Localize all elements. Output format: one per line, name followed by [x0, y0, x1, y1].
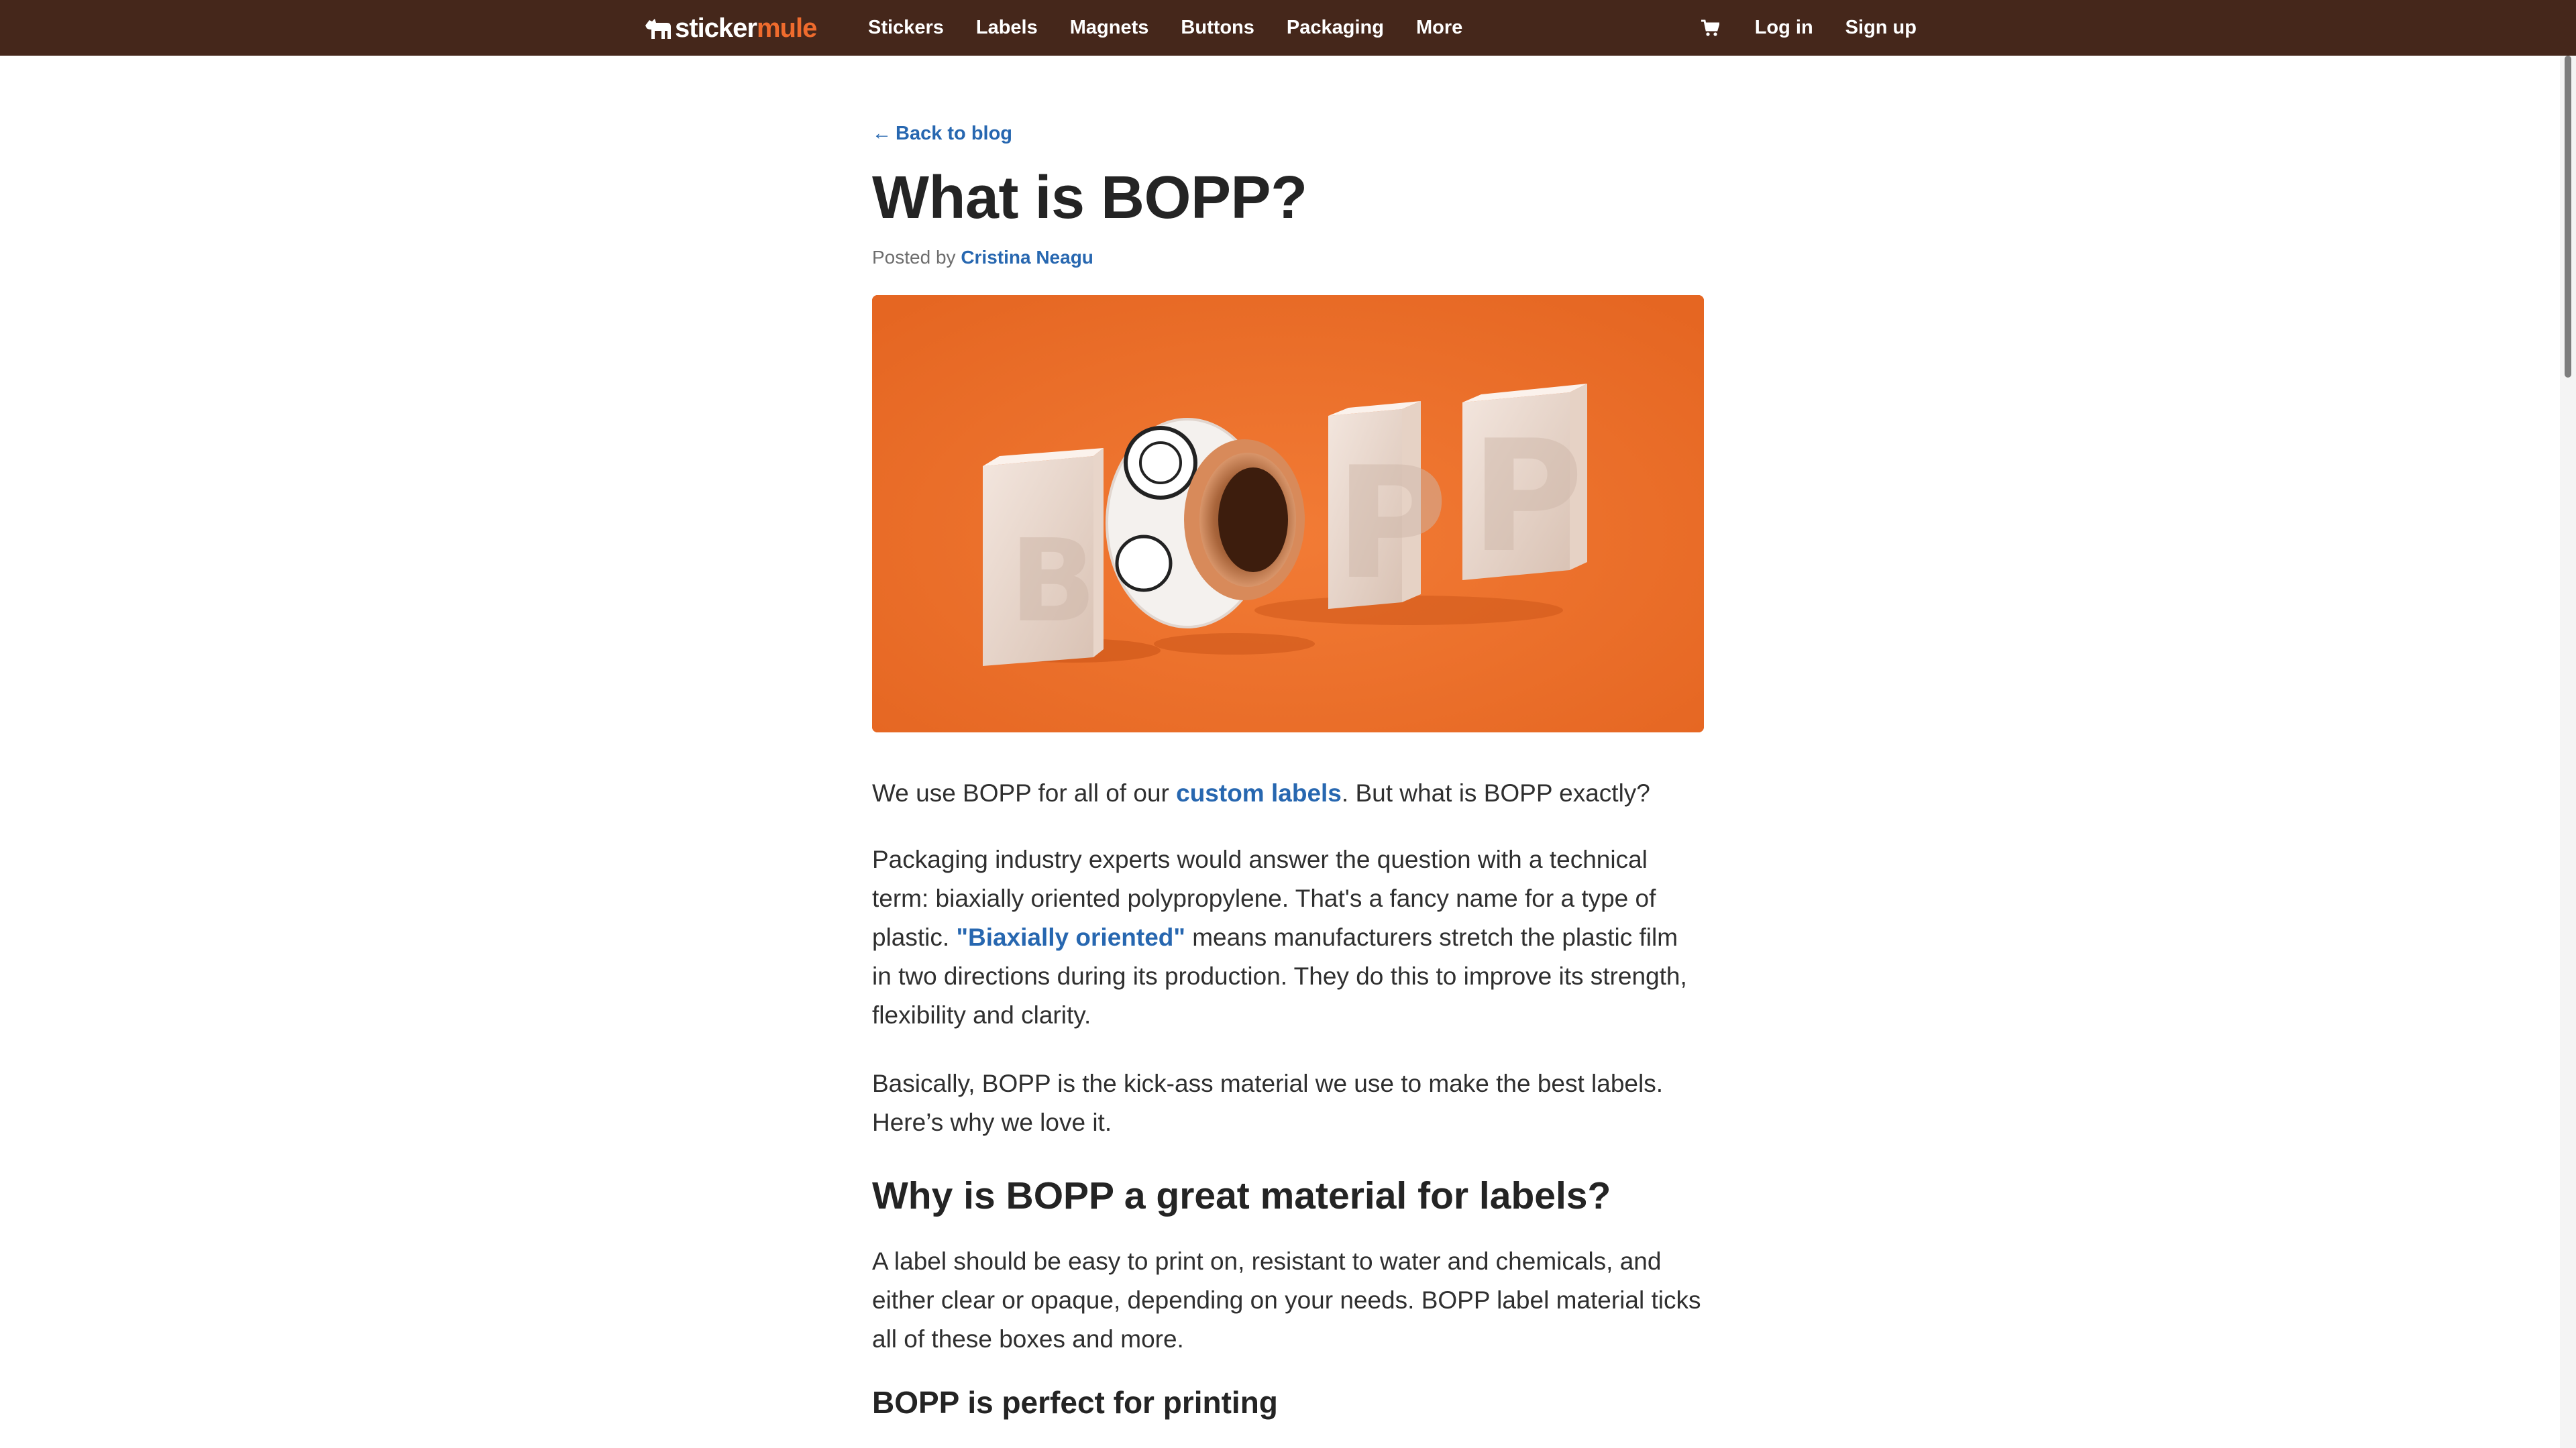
nav-more[interactable]: More [1416, 17, 1462, 39]
brand-wordmark: stickermule [675, 13, 817, 44]
blog-article: ← Back to blog What is BOPP? Posted by Cr… [872, 56, 1704, 1420]
brand-wordmark-mule: mule [756, 13, 817, 43]
hero-letter-b: B [983, 447, 1104, 666]
hero-letter-p2: P [1462, 383, 1587, 587]
signup-link[interactable]: Sign up [1845, 17, 1917, 39]
nav-buttons[interactable]: Buttons [1181, 17, 1254, 39]
p1-text-before: We use BOPP for all of our [872, 779, 1177, 807]
author-link[interactable]: Cristina Neagu [961, 247, 1093, 268]
intro-paragraph: We use BOPP for all of our custom labels… [872, 774, 1704, 813]
nav-labels[interactable]: Labels [976, 17, 1038, 39]
custom-labels-link[interactable]: custom labels [1176, 779, 1342, 807]
scrollbar-thumb[interactable] [2565, 56, 2571, 378]
biaxially-oriented-link[interactable]: "Biaxially oriented" [956, 924, 1185, 951]
back-arrow-icon: ← [872, 123, 892, 144]
section-paragraph: A label should be easy to print on, resi… [872, 1247, 1701, 1353]
hero-letter-p1-glyph: P [1335, 435, 1448, 614]
page-scrollbar[interactable] [2560, 56, 2576, 1448]
top-nav: stickermule Stickers Labels Magnets Butt… [0, 0, 2576, 56]
nav-stickers[interactable]: Stickers [868, 17, 944, 39]
section-heading: Why is BOPP a great material for labels? [872, 1174, 1611, 1217]
mule-logo-icon [643, 15, 672, 42]
brand-logo[interactable]: stickermule [643, 9, 817, 47]
nav-packaging[interactable]: Packaging [1287, 17, 1384, 39]
hero-letter-p2-glyph: P [1470, 408, 1584, 587]
back-to-blog-label: Back to blog [896, 123, 1013, 144]
summary-paragraph: Basically, BOPP is the kick-ass material… [872, 1069, 1664, 1136]
nav-magnets[interactable]: Magnets [1070, 17, 1149, 39]
subsection-heading: BOPP is perfect for printing [872, 1385, 1278, 1421]
cart-icon[interactable] [1700, 19, 1720, 38]
p1-text-after: . But what is BOPP exactly? [1341, 779, 1650, 807]
account-menu: Log in Sign up [1700, 0, 1917, 56]
page-title: What is BOPP? [872, 164, 1307, 231]
posted-by-label: Posted by [872, 246, 956, 268]
hero-image: B P P [872, 294, 1704, 732]
login-link[interactable]: Log in [1755, 17, 1813, 39]
definition-paragraph: Packaging industry experts would answer … [872, 840, 1704, 1035]
main-menu: Stickers Labels Magnets Buttons Packagin… [868, 0, 1495, 56]
byline: Posted by Cristina Neagu [872, 247, 1704, 268]
brand-wordmark-sticker: sticker [675, 13, 757, 43]
back-to-blog-link[interactable]: ← Back to blog [872, 123, 1012, 145]
hero-letter-b-glyph: B [1010, 515, 1097, 648]
